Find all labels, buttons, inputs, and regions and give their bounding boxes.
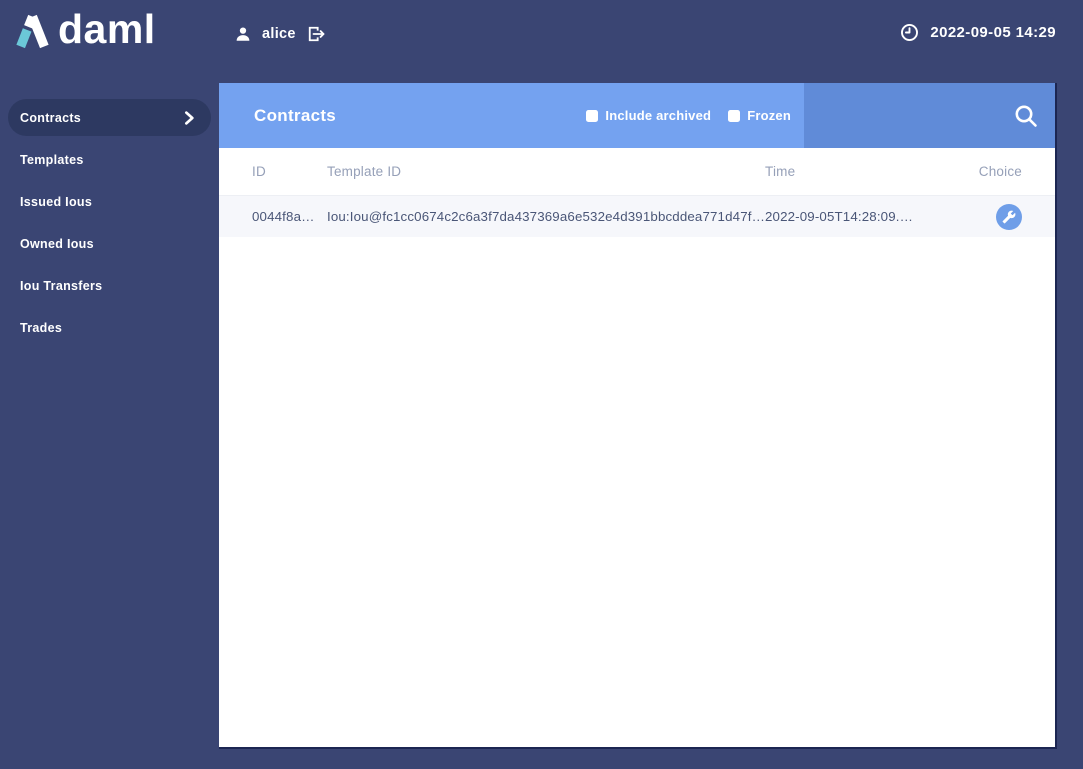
person-icon <box>236 27 250 41</box>
column-header-choice: Choice <box>978 164 1022 179</box>
table-empty-area <box>219 237 1055 747</box>
sidebar-item-owned-ious[interactable]: Owned Ious <box>8 225 211 262</box>
panel-header: Contracts Include archived Frozen <box>219 83 1055 148</box>
panel-header-left: Contracts Include archived Frozen <box>219 83 804 148</box>
sidebar-item-contracts[interactable]: Contracts <box>8 99 211 136</box>
logo-text: daml <box>58 5 156 52</box>
cell-time: 2022-09-05T14:28:09.… <box>765 209 914 224</box>
filters: Include archived Frozen <box>586 108 791 123</box>
sidebar-item-label: Issued Ious <box>20 194 93 209</box>
filter-frozen[interactable]: Frozen <box>728 108 791 123</box>
cell-choice <box>969 203 1055 230</box>
user-name: alice <box>262 26 296 42</box>
table-header: ID Template ID Time Choice <box>219 148 1055 196</box>
user-menu: alice <box>234 24 326 44</box>
column-header-id: ID <box>252 164 266 179</box>
checkbox-unchecked-icon[interactable] <box>728 109 741 122</box>
daml-logo: daml <box>14 5 156 52</box>
main-content: Contracts Include archived Frozen ID Tem… <box>219 83 1057 749</box>
search-section[interactable] <box>804 83 1055 148</box>
wrench-icon <box>1002 210 1016 223</box>
logout-icon[interactable] <box>306 24 326 44</box>
filter-include-archived[interactable]: Include archived <box>586 108 711 123</box>
sidebar-item-trades[interactable]: Trades <box>8 309 211 346</box>
sidebar: Contracts Templates Issued Ious Owned Io… <box>8 99 211 351</box>
cell-contract-id: 0044f8a… <box>252 209 315 224</box>
sidebar-item-label: Iou Transfers <box>20 278 103 293</box>
topbar: daml alice 2022-09-05 14:29 <box>0 0 1083 83</box>
sidebar-item-issued-ious[interactable]: Issued Ious <box>8 183 211 220</box>
filter-label: Frozen <box>747 108 791 123</box>
sidebar-item-label: Contracts <box>20 110 82 125</box>
sidebar-item-label: Owned Ious <box>20 236 94 251</box>
column-header-time: Time <box>765 164 796 179</box>
cell-template-id: Iou:Iou@fc1cc0674c2c6a3f7da437369a6e532e… <box>327 209 765 224</box>
choice-button[interactable] <box>996 203 1022 230</box>
clock-icon <box>901 24 919 41</box>
page-title: Contracts <box>254 105 337 125</box>
sidebar-item-label: Templates <box>20 152 84 167</box>
column-header-template-id: Template ID <box>327 164 402 179</box>
search-icon[interactable] <box>1012 102 1040 130</box>
sidebar-item-templates[interactable]: Templates <box>8 141 211 178</box>
daml-lambda-icon <box>16 14 49 49</box>
sidebar-item-label: Trades <box>20 320 63 335</box>
ledger-time: 2022-09-05 14:29 <box>900 23 1056 42</box>
chevron-right-icon <box>185 110 194 125</box>
timestamp: 2022-09-05 14:29 <box>930 24 1056 41</box>
filter-label: Include archived <box>605 108 712 123</box>
table-row[interactable]: 0044f8a… Iou:Iou@fc1cc0674c2c6a3f7da4373… <box>219 196 1055 237</box>
checkbox-unchecked-icon[interactable] <box>586 109 599 122</box>
sidebar-item-iou-transfers[interactable]: Iou Transfers <box>8 267 211 304</box>
